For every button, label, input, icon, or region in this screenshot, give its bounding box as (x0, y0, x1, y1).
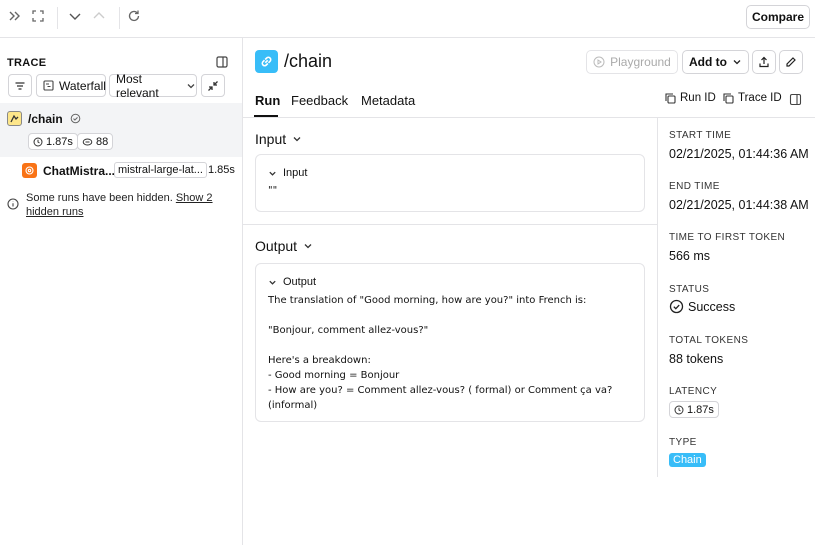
trace-id-button[interactable]: Trace ID (723, 92, 782, 104)
details-divider (657, 117, 658, 477)
chevron-down-icon (732, 57, 742, 67)
latency-pill: 1.87s (669, 401, 719, 418)
ttft-value: 566 ms (669, 249, 710, 263)
link-icon (255, 50, 278, 73)
waterfall-label: Waterfall (59, 78, 106, 93)
toolbar-divider (57, 7, 58, 29)
root-tokens: 88 (96, 135, 109, 148)
input-section-toggle[interactable]: Input (255, 131, 302, 147)
chevron-down-icon (186, 81, 196, 91)
chat-model-icon (22, 163, 37, 178)
add-to-label: Add to (689, 55, 727, 69)
edit-button[interactable] (779, 50, 803, 74)
root-tokens-pill: 88 (77, 133, 114, 150)
input-card-toggle[interactable]: Input (268, 167, 307, 179)
chevron-down-icon (268, 169, 277, 178)
ttft-label: TIME TO FIRST TOKEN (669, 232, 786, 243)
end-time-label: END TIME (669, 181, 720, 192)
add-to-button[interactable]: Add to (682, 50, 749, 74)
model-name-pill: mistral-large-lat... (114, 162, 207, 178)
output-text: The translation of "Good morning, how ar… (268, 295, 613, 411)
root-latency-pill: 1.87s (28, 133, 78, 150)
copy-icon (723, 92, 734, 104)
success-check-icon (669, 299, 684, 314)
hidden-runs-text: Some runs have been hidden. (26, 192, 173, 204)
share-button[interactable] (752, 50, 776, 74)
root-latency: 1.87s (46, 135, 73, 148)
chevron-down-icon[interactable] (67, 8, 85, 26)
start-time-label: START TIME (669, 130, 732, 141)
input-card: Input "" (255, 154, 645, 212)
collapse-button[interactable] (201, 74, 225, 97)
start-time-value: 02/21/2025, 01:44:36 AM (669, 147, 809, 161)
chevron-up-icon[interactable] (91, 8, 109, 26)
status-value: Success (688, 299, 736, 314)
trace-id-label: Trace ID (738, 92, 782, 104)
relevance-select[interactable]: Most relevant (109, 71, 197, 100)
latency-label: LATENCY (669, 386, 718, 397)
trace-title: TRACE (7, 57, 47, 69)
tokens-label: TOTAL TOKENS (669, 335, 749, 346)
status-check-icon (70, 113, 81, 124)
type-label: TYPE (669, 437, 697, 448)
compare-button[interactable]: Compare (746, 5, 810, 29)
chain-icon (7, 111, 22, 126)
status-label: STATUS (669, 284, 710, 295)
expand-panel-icon[interactable] (7, 8, 25, 26)
upload-icon (758, 56, 770, 68)
clock-icon (33, 137, 43, 147)
run-id-button[interactable]: Run ID (665, 92, 716, 104)
chevron-down-icon (292, 134, 302, 144)
input-value: "" (268, 185, 278, 196)
relevance-label: Most relevant (116, 71, 159, 100)
output-card-toggle[interactable]: Output (268, 276, 316, 288)
run-title: /chain (284, 51, 333, 71)
run-id-label: Run ID (680, 92, 716, 104)
tokens-icon (82, 137, 93, 147)
tab-metadata[interactable]: Metadata (361, 93, 415, 108)
play-icon (593, 56, 605, 68)
refresh-icon[interactable] (126, 8, 144, 26)
chevron-down-icon (268, 278, 277, 287)
section-divider (243, 224, 657, 225)
output-card: Output The translation of "Good morning,… (255, 263, 645, 422)
root-run-name: /chain (28, 112, 63, 126)
output-section-toggle[interactable]: Output (255, 238, 313, 254)
clock-icon (674, 405, 684, 415)
fullscreen-icon[interactable] (30, 8, 48, 26)
input-card-title: Input (283, 167, 308, 179)
pencil-icon (785, 56, 797, 68)
chevron-down-icon (303, 241, 313, 251)
input-section-title: Input (255, 131, 287, 147)
playground-button[interactable]: Playground (586, 50, 678, 74)
status-value-group: Success (669, 299, 735, 314)
collapse-icon (207, 80, 219, 92)
tokens-value: 88 tokens (669, 352, 724, 366)
output-card-title: Output (283, 276, 317, 288)
filter-button[interactable] (8, 74, 32, 97)
filter-icon (14, 80, 26, 92)
output-section-title: Output (255, 238, 298, 254)
copy-icon (665, 92, 676, 104)
end-time-value: 02/21/2025, 01:44:38 AM (669, 198, 809, 212)
hidden-runs-note: Some runs have been hidden. Show 2 hidde… (26, 191, 226, 219)
latency-value: 1.87s (687, 403, 714, 416)
child-run-name: ChatMistra... (43, 164, 116, 178)
waterfall-icon (43, 80, 54, 91)
toolbar-divider (119, 7, 120, 29)
playground-label: Playground (610, 55, 671, 69)
tab-feedback[interactable]: Feedback (291, 93, 348, 108)
tabs-divider (243, 117, 815, 118)
tab-run[interactable]: Run (255, 93, 280, 108)
panel-toggle-icon[interactable] (789, 93, 802, 106)
child-latency: 1.85s (208, 164, 235, 176)
info-icon (7, 198, 19, 210)
waterfall-button[interactable]: Waterfall (36, 74, 106, 97)
top-toolbar: Compare (0, 0, 815, 38)
type-badge: Chain (669, 453, 706, 467)
panel-toggle-icon[interactable] (215, 55, 229, 69)
